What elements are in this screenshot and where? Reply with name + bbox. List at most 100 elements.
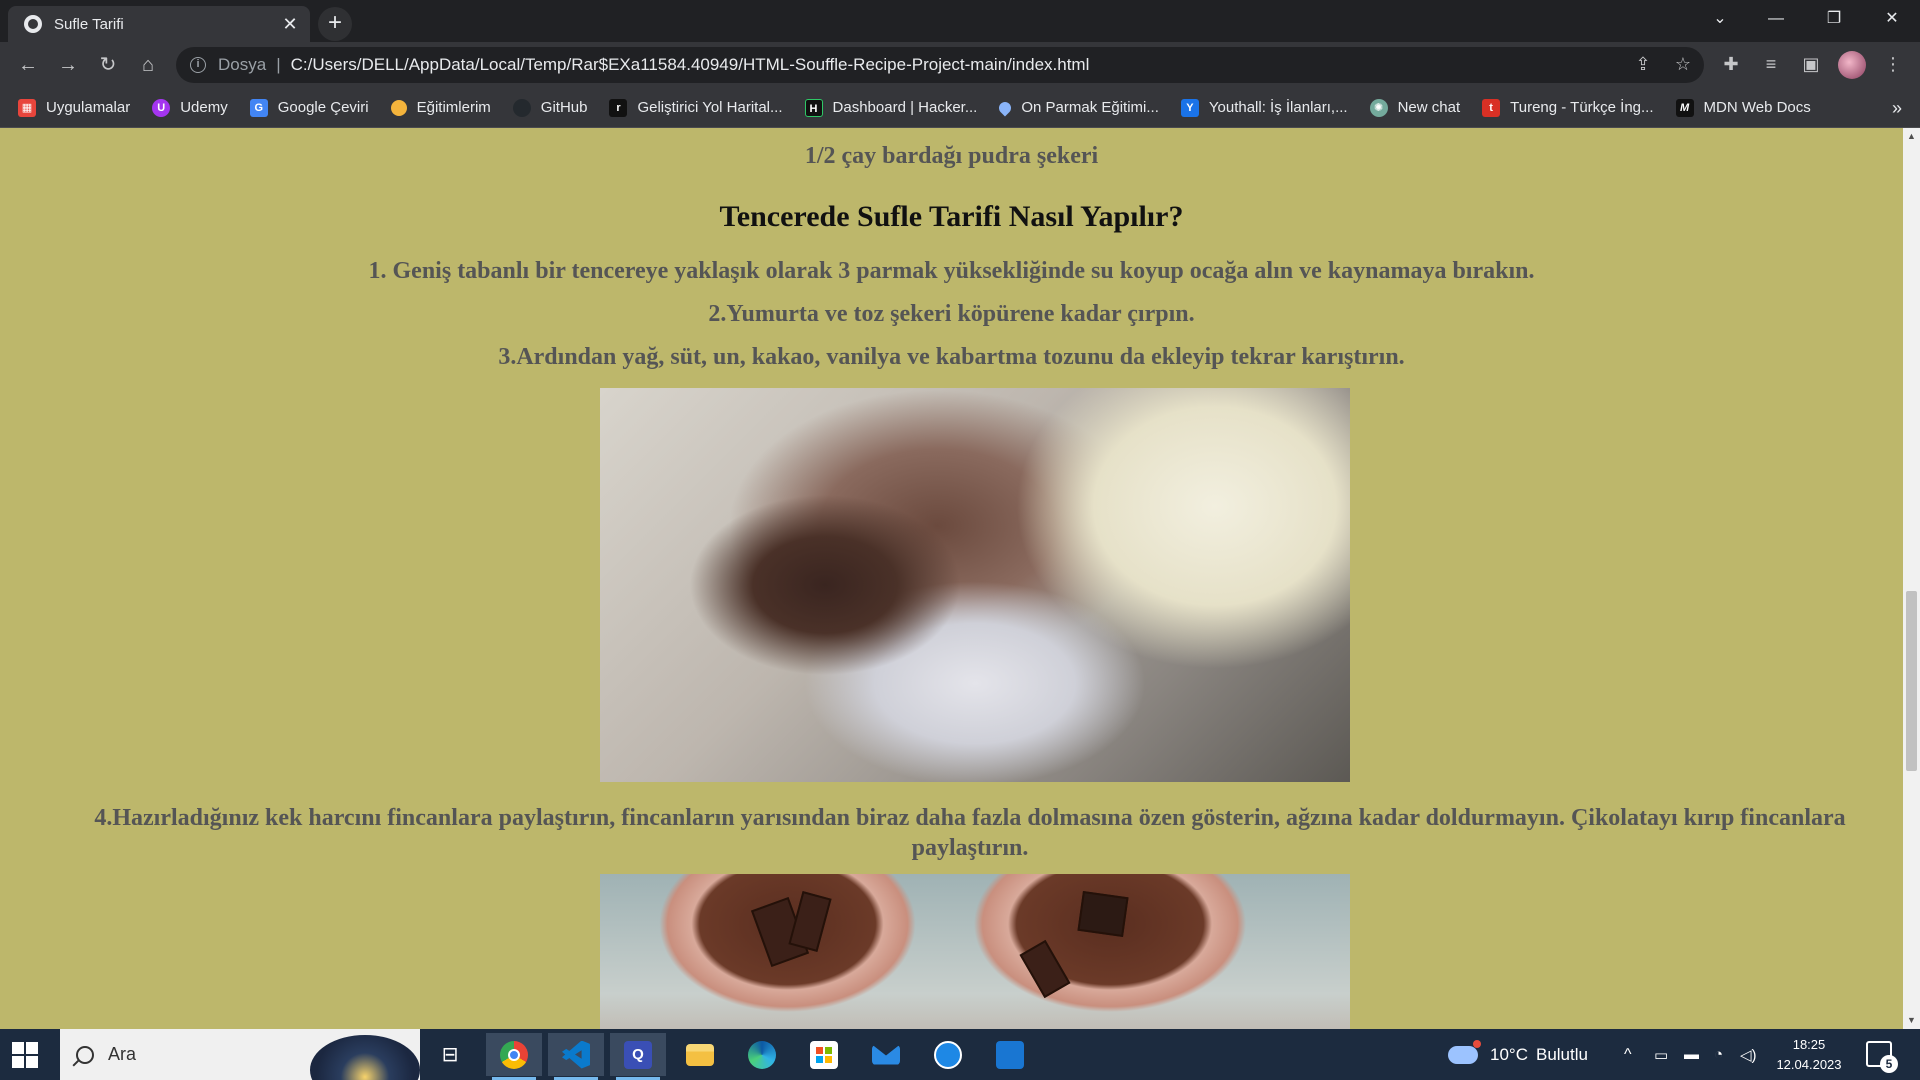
minimize-button[interactable]: —	[1748, 0, 1804, 38]
new-tab-button[interactable]: +	[318, 7, 352, 41]
recipe-step-4: 4.Hazırladığınız kek harcını fincanlara …	[94, 805, 1846, 861]
home-icon[interactable]: ⌂	[132, 49, 164, 81]
forward-arrow-icon[interactable]: →	[52, 49, 84, 81]
share-icon[interactable]: ⇪	[1628, 49, 1658, 79]
youthall-icon: Y	[1180, 98, 1199, 117]
scroll-down-arrow[interactable]: ▼	[1903, 1012, 1920, 1029]
page-heading: Tencerede Sufle Tarifi Nasıl Yapılır?	[719, 200, 1184, 233]
bookmark-label: On Parmak Eğitimi...	[1021, 99, 1159, 116]
recipe-step-2: 2.Yumurta ve toz şekeri köpürene kadar ç…	[708, 301, 1195, 327]
bookmark-item[interactable]: Eğitimlerim	[390, 99, 491, 116]
vscode-taskbar-icon[interactable]	[548, 1033, 604, 1080]
bookmark-label: Dashboard | Hacker...	[832, 99, 978, 116]
profile-avatar[interactable]	[1838, 51, 1866, 79]
search-highlight-image	[310, 1035, 420, 1080]
google-translate-icon: G	[249, 98, 268, 117]
windows-taskbar: Ara ⊟ Q 10°C Bulutlu ^ ▭ ▬ ◔ ◁) 18:25 12…	[0, 1029, 1920, 1080]
menu-kebab-icon[interactable]: ⋮	[1878, 49, 1908, 79]
souffle-cups-image	[600, 874, 1350, 1029]
clock-date: 12.04.2023	[1776, 1057, 1842, 1072]
scrollbar-thumb[interactable]	[1906, 591, 1917, 771]
bookmark-item[interactable]: t Tureng - Türkçe İng...	[1482, 98, 1654, 117]
file-explorer-icon[interactable]	[672, 1033, 728, 1076]
side-panel-icon[interactable]: ▣	[1796, 49, 1826, 79]
notification-center-icon[interactable]: 5	[1866, 1041, 1898, 1073]
bookmark-item[interactable]: M MDN Web Docs	[1675, 98, 1811, 117]
bookmark-item[interactable]: H Dashboard | Hacker...	[804, 98, 978, 117]
page-viewport: 1/2 çay bardağı pudra şekeri Tencerede S…	[0, 128, 1903, 1029]
taskbar-search[interactable]: Ara	[60, 1029, 420, 1080]
restore-button[interactable]: ❐	[1806, 0, 1862, 38]
bookmark-item[interactable]: U Udemy	[152, 98, 228, 117]
bookmark-label: Youthall: İş İlanları,...	[1208, 99, 1348, 116]
weather-temp: 10°C	[1490, 1044, 1528, 1064]
extensions-puzzle-icon[interactable]: ✚	[1716, 49, 1746, 79]
tab-search-chevron-icon[interactable]: ⌄	[1692, 0, 1748, 38]
close-window-button[interactable]: ✕	[1864, 0, 1920, 38]
search-placeholder: Ara	[108, 1044, 137, 1064]
address-bar[interactable]: i Dosya | C:/Users/DELL/AppData/Local/Te…	[176, 47, 1704, 83]
scroll-up-arrow[interactable]: ▲	[1903, 128, 1920, 145]
tab-title: Sufle Tarifi	[54, 15, 124, 33]
media-queue-icon[interactable]: ≡	[1756, 49, 1786, 79]
github-icon	[512, 98, 531, 117]
bookmarks-overflow-chevron[interactable]: »	[1892, 88, 1902, 128]
task-view-icon[interactable]: ⊟	[422, 1033, 478, 1076]
bookmark-label: MDN Web Docs	[1703, 99, 1811, 116]
bookmark-item[interactable]: ✺ New chat	[1369, 98, 1461, 117]
edge-taskbar-icon[interactable]	[734, 1033, 790, 1076]
chrome-taskbar-icon[interactable]	[486, 1033, 542, 1080]
bookmark-item[interactable]: On Parmak Eğitimi...	[996, 99, 1159, 116]
tab-strip: Sufle Tarifi ✕ + ⌄ — ❐ ✕	[0, 0, 1920, 42]
udemy-icon: U	[152, 98, 171, 117]
app-q-taskbar-icon[interactable]: Q	[610, 1033, 666, 1080]
back-arrow-icon[interactable]: ←	[12, 49, 44, 81]
chocolate-piece	[788, 891, 832, 952]
page-scrollbar[interactable]: ▲ ▼	[1903, 128, 1920, 1029]
taskbar-clock[interactable]: 18:25 12.04.2023	[1766, 1035, 1852, 1075]
weather-widget[interactable]: 10°C Bulutlu	[1448, 1029, 1588, 1080]
recipe-step-3: 3.Ardından yağ, süt, un, kakao, vanilya …	[498, 344, 1405, 370]
circle-icon	[390, 99, 407, 116]
battery-icon[interactable]: ▬	[1684, 1029, 1699, 1080]
bookmark-item[interactable]: ▦ Uygulamalar	[18, 98, 130, 117]
globe-icon	[24, 15, 42, 33]
meet-now-icon[interactable]: ▭	[1654, 1029, 1668, 1080]
wifi-icon[interactable]: ◔	[1714, 1029, 1723, 1080]
bookmark-label: GitHub	[540, 99, 588, 116]
bookmark-item[interactable]: G Google Çeviri	[249, 98, 369, 117]
drop-icon	[996, 99, 1014, 116]
tray-overflow-chevron-icon[interactable]: ^	[1624, 1029, 1632, 1080]
mdn-icon: M	[1675, 98, 1694, 117]
weather-condition: Bulutlu	[1535, 1044, 1588, 1064]
close-tab-icon[interactable]: ✕	[280, 14, 300, 34]
mixing-bowl-image	[600, 388, 1350, 782]
windows-start-icon[interactable]	[12, 1042, 38, 1068]
ingredient-line: 1/2 çay bardağı pudra şekeri	[804, 143, 1099, 169]
tureng-icon: t	[1482, 98, 1501, 117]
bookmark-item[interactable]: Y Youthall: İş İlanları,...	[1180, 98, 1348, 117]
notification-badge: 5	[1880, 1055, 1898, 1073]
roadmap-icon: r	[609, 98, 628, 117]
browser-toolbar: ← → ↻ ⌂ i Dosya | C:/Users/DELL/AppData/…	[0, 42, 1920, 88]
bookmark-label: New chat	[1397, 99, 1461, 116]
app-blue-taskbar-icon[interactable]	[982, 1033, 1038, 1076]
reload-icon[interactable]: ↻	[92, 49, 124, 81]
apps-grid-icon: ▦	[18, 98, 36, 117]
bookmark-item[interactable]: r Geliştirici Yol Harital...	[609, 98, 783, 117]
volume-icon[interactable]: ◁)	[1740, 1029, 1757, 1080]
chocolate-piece	[1019, 939, 1071, 999]
info-icon[interactable]: i	[190, 57, 206, 73]
bookmark-label: Tureng - Türkçe İng...	[1510, 99, 1654, 116]
mail-taskbar-icon[interactable]	[858, 1033, 914, 1076]
address-url[interactable]: C:/Users/DELL/AppData/Local/Temp/Rar$EXa…	[291, 55, 1090, 75]
bookmark-item[interactable]: GitHub	[512, 98, 588, 117]
compass-taskbar-icon[interactable]	[920, 1033, 976, 1076]
search-icon	[76, 1045, 94, 1064]
recipe-step-1: 1. Geniş tabanlı bir tencereye yaklaşık …	[368, 258, 1535, 284]
bookmarks-bar: ▦ Uygulamalar U Udemy G Google Çeviri Eğ…	[0, 88, 1920, 128]
bookmark-star-icon[interactable]: ☆	[1668, 49, 1698, 79]
store-taskbar-icon[interactable]	[796, 1033, 852, 1076]
bookmark-label: Google Çeviri	[277, 99, 369, 116]
tab-sufle-tarifi[interactable]: Sufle Tarifi ✕	[8, 6, 310, 42]
